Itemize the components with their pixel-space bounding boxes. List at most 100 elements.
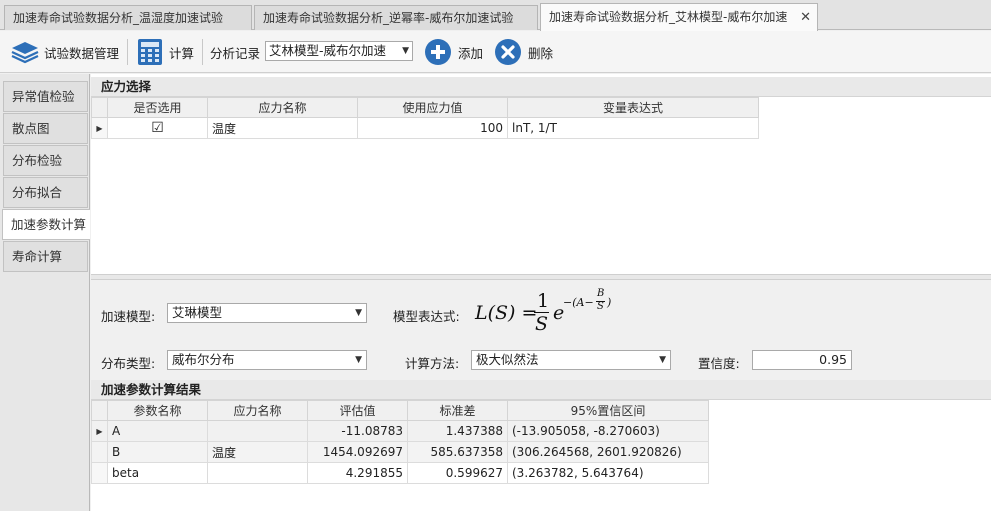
stress-section-title: 应力选择 [91, 77, 991, 97]
formula-lhs: L(S) = [475, 302, 538, 324]
analysis-record-select[interactable]: 艾林模型-威布尔加速 ▼ [265, 41, 413, 61]
stress-name-cell[interactable]: 温度 [207, 441, 308, 463]
distribution-label: 分布类型: [101, 356, 156, 371]
tab-inverse-power-weibull[interactable]: 加速寿命试验数据分析_逆幂率-威布尔加速试验 [254, 5, 538, 30]
variable-expr-cell[interactable]: lnT, 1/T [507, 117, 759, 139]
tab-label: 加速寿命试验数据分析_逆幂率-威布尔加速试验 [263, 11, 514, 25]
chevron-down-icon: ▼ [355, 308, 362, 318]
model-parameters: 加速模型: 艾琳模型 ▼ 模型表达式: L(S) = 1 S e −(A− B … [91, 280, 991, 380]
nav-outlier-test[interactable]: 异常值检验 [3, 81, 88, 112]
analysis-record-label: 分析记录 [210, 45, 261, 61]
tab-eyring-weibull[interactable]: 加速寿命试验数据分析_艾林模型-威布尔加速 ✕ [540, 3, 818, 31]
std-dev-cell[interactable]: 1.437388 [407, 420, 508, 442]
add-button[interactable]: 添加 [424, 31, 483, 73]
row-indicator-icon [91, 462, 108, 484]
toolbar-separator [127, 39, 128, 65]
delete-label: 删除 [528, 45, 554, 61]
calculate-button[interactable]: 计算 [137, 31, 194, 73]
confidence-interval-cell[interactable]: (3.263782, 5.643764) [507, 462, 709, 484]
estimate-cell[interactable]: -11.08783 [307, 420, 408, 442]
method-value: 极大似然法 [476, 352, 539, 367]
stress-value-cell[interactable]: 100 [357, 117, 508, 139]
row-indicator-icon [91, 441, 108, 463]
confidence-input[interactable]: 0.95 [752, 350, 852, 370]
col-selected[interactable]: 是否选用 [107, 97, 208, 118]
toolbar: 试验数据管理 计算 分析记录 艾林模型-威布尔加速 ▼ 添加 删除 [0, 31, 991, 73]
param-name-cell[interactable]: beta [107, 462, 208, 484]
nav-distribution-test[interactable]: 分布检验 [3, 145, 88, 176]
nav-distribution-fit[interactable]: 分布拟合 [3, 177, 88, 208]
model-formula: L(S) = 1 S e −(A− B S ) [475, 288, 635, 338]
method-label: 计算方法: [405, 356, 460, 371]
row-indicator-icon: ▶ [91, 117, 108, 139]
nav-scatter-plot[interactable]: 散点图 [3, 113, 88, 144]
confidence-interval-cell[interactable]: (-13.905058, -8.270603) [507, 420, 709, 442]
confidence-label: 置信度: [698, 356, 740, 371]
data-management-label: 试验数据管理 [44, 45, 120, 61]
distribution-select[interactable]: 威布尔分布 ▼ [167, 350, 367, 370]
calculate-label: 计算 [169, 45, 195, 61]
calculator-icon [138, 39, 162, 65]
plus-circle-icon [425, 39, 451, 65]
formula-denominator: S [535, 313, 549, 335]
std-dev-cell[interactable]: 0.599627 [407, 462, 508, 484]
method-select[interactable]: 极大似然法 ▼ [471, 350, 671, 370]
model-label: 加速模型: [101, 309, 156, 324]
left-navigation: 异常值检验 散点图 分布检验 分布拟合 加速参数计算 寿命计算 [0, 74, 90, 511]
estimate-cell[interactable]: 1454.092697 [307, 441, 408, 463]
row-indicator-icon: ▶ [91, 420, 108, 442]
table-row[interactable]: ▶ A -11.08783 1.437388 (-13.905058, -8.2… [91, 420, 709, 442]
model-value: 艾琳模型 [172, 305, 223, 320]
stress-name-cell[interactable] [207, 462, 308, 484]
table-row[interactable]: B 温度 1454.092697 585.637358 (306.264568,… [91, 441, 709, 463]
results-table-header: 参数名称 应力名称 评估值 标准差 95%置信区间 [91, 400, 709, 421]
chevron-down-icon: ▼ [355, 355, 362, 365]
main-panel: 应力选择 是否选用 应力名称 使用应力值 变量表达式 ▶ ☑ 温度 100 ln… [91, 74, 991, 511]
row-indicator-header [91, 97, 108, 118]
distribution-value: 威布尔分布 [172, 352, 235, 367]
nav-life-calculation[interactable]: 寿命计算 [3, 241, 88, 272]
param-name-cell[interactable]: A [107, 420, 208, 442]
formula-exponent-denominator: S [597, 301, 604, 312]
toolbar-separator [202, 39, 203, 65]
col-estimate[interactable]: 评估值 [307, 400, 408, 421]
table-row[interactable]: ▶ ☑ 温度 100 lnT, 1/T [91, 117, 759, 139]
selected-checkbox[interactable]: ☑ [107, 117, 208, 139]
std-dev-cell[interactable]: 585.637358 [407, 441, 508, 463]
col-param-name[interactable]: 参数名称 [107, 400, 208, 421]
data-management-button[interactable]: 试验数据管理 [10, 31, 119, 73]
tab-temp-humidity[interactable]: 加速寿命试验数据分析_温湿度加速试验 [4, 5, 252, 30]
table-row[interactable]: beta 4.291855 0.599627 (3.263782, 5.6437… [91, 462, 709, 484]
col-stress-name[interactable]: 应力名称 [207, 97, 358, 118]
tab-label: 加速寿命试验数据分析_温湿度加速试验 [13, 11, 224, 25]
col-stress-name[interactable]: 应力名称 [207, 400, 308, 421]
model-select[interactable]: 艾琳模型 ▼ [167, 303, 367, 323]
nav-acceleration-params[interactable]: 加速参数计算 [2, 209, 90, 240]
layers-icon [11, 42, 39, 64]
col-std-dev[interactable]: 标准差 [407, 400, 508, 421]
analysis-record-value: 艾林模型-威布尔加速 [269, 43, 387, 58]
chevron-down-icon: ▼ [659, 355, 666, 365]
results-section-title: 加速参数计算结果 [91, 380, 991, 400]
close-icon[interactable]: ✕ [800, 4, 811, 31]
formula-exponent-numerator: B [597, 288, 605, 299]
col-variable-expr[interactable]: 变量表达式 [507, 97, 759, 118]
tab-label: 加速寿命试验数据分析_艾林模型-威布尔加速 [549, 10, 788, 24]
confidence-interval-cell[interactable]: (306.264568, 2601.920826) [507, 441, 709, 463]
col-confidence-interval[interactable]: 95%置信区间 [507, 400, 709, 421]
stress-table: 是否选用 应力名称 使用应力值 变量表达式 ▶ ☑ 温度 100 lnT, 1/… [91, 97, 759, 139]
estimate-cell[interactable]: 4.291855 [307, 462, 408, 484]
stress-name-cell[interactable] [207, 420, 308, 442]
row-indicator-header [91, 400, 108, 421]
param-name-cell[interactable]: B [107, 441, 208, 463]
chevron-down-icon: ▼ [402, 46, 409, 56]
col-stress-value[interactable]: 使用应力值 [357, 97, 508, 118]
close-circle-icon [495, 39, 521, 65]
formula-numerator: 1 [537, 290, 550, 312]
document-tab-bar: 加速寿命试验数据分析_温湿度加速试验 加速寿命试验数据分析_逆幂率-威布尔加速试… [0, 0, 991, 31]
results-table: 参数名称 应力名称 评估值 标准差 95%置信区间 ▶ A -11.08783 … [91, 400, 709, 484]
stress-name-cell[interactable]: 温度 [207, 117, 358, 139]
stress-table-header: 是否选用 应力名称 使用应力值 变量表达式 [91, 97, 759, 118]
formula-exponent-suffix: ) [607, 296, 612, 309]
delete-button[interactable]: 删除 [494, 31, 553, 73]
